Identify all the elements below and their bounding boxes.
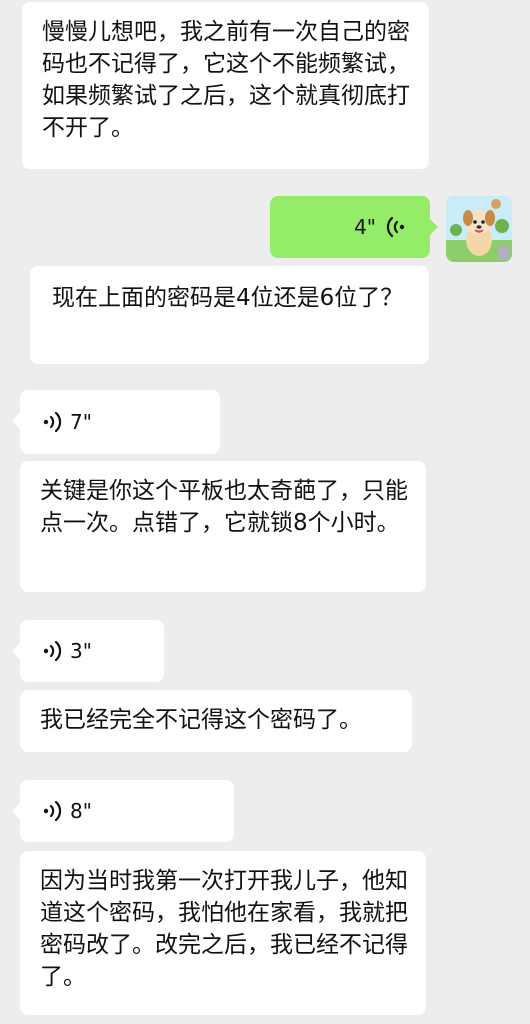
cartoon-dog-avatar-icon xyxy=(446,196,512,262)
voice-duration: 4" xyxy=(354,215,376,239)
message-bubble[interactable]: 因为当时我第一次打开我儿子，他知道这个密码，我怕他在家看，我就把密码改了。改完之… xyxy=(20,851,426,1015)
bubble-tail xyxy=(12,803,20,819)
voice-message-bubble[interactable]: 3" xyxy=(20,620,164,682)
message-bubble[interactable]: 我已经完全不记得这个密码了。 xyxy=(20,690,412,752)
voice-wave-icon xyxy=(43,411,62,433)
message-bubble[interactable]: 慢慢儿想吧，我之前有一次自己的密码也不记得了，它这个不能频繁试，如果频繁试了之后… xyxy=(22,2,429,169)
voice-message-bubble[interactable]: 4" xyxy=(270,196,430,258)
message-text: 慢慢儿想吧，我之前有一次自己的密码也不记得了，它这个不能频繁试，如果频繁试了之后… xyxy=(42,19,410,141)
message-bubble[interactable]: 关键是你这个平板也太奇葩了，只能点一次。点错了，它就锁8个小时。 xyxy=(20,461,426,592)
message-text: 现在上面的密码是4位还是6位了？ xyxy=(52,285,404,311)
voice-duration: 3" xyxy=(70,639,92,663)
voice-message-bubble[interactable]: 7" xyxy=(20,390,220,454)
message-text: 我已经完全不记得这个密码了。 xyxy=(40,707,362,733)
message-text: 因为当时我第一次打开我儿子，他知道这个密码，我怕他在家看，我就把密码改了。改完之… xyxy=(40,868,408,990)
message-bubble[interactable]: 现在上面的密码是4位还是6位了？ xyxy=(30,266,429,364)
voice-duration: 8" xyxy=(70,799,92,823)
bubble-tail xyxy=(12,413,20,429)
voice-wave-icon xyxy=(386,216,405,238)
voice-wave-icon xyxy=(43,800,62,822)
voice-message-bubble[interactable]: 8" xyxy=(20,780,234,842)
voice-duration: 7" xyxy=(70,410,92,434)
avatar[interactable] xyxy=(446,196,512,262)
message-text: 关键是你这个平板也太奇葩了，只能点一次。点错了，它就锁8个小时。 xyxy=(40,478,408,536)
bubble-tail xyxy=(430,219,438,235)
voice-wave-icon xyxy=(43,640,62,662)
bubble-tail xyxy=(12,643,20,659)
